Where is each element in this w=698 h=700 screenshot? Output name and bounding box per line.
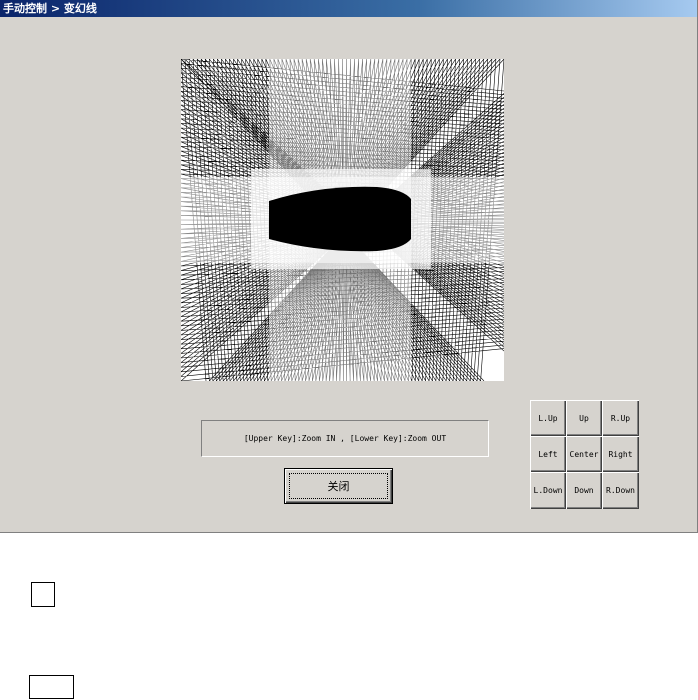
direction-pad: L.Up Up R.Up Left Center Right L.Down Do… — [530, 400, 639, 509]
window-title: 手动控制 > 变幻线 — [0, 0, 697, 17]
dialog-window: 手动控制 > 变幻线 [Upper Key]:Zoom IN , [Lower … — [0, 0, 698, 533]
empty-box-small — [31, 582, 55, 607]
mystify-drawing-canvas — [181, 59, 504, 381]
central-black-shape — [269, 186, 411, 252]
close-button-label: 关闭 — [289, 473, 388, 499]
direction-button-rup[interactable]: R.Up — [602, 400, 639, 436]
zoom-hint-text: [Upper Key]:Zoom IN , [Lower Key]:Zoom O… — [201, 420, 489, 457]
close-button[interactable]: 关闭 — [284, 468, 393, 504]
direction-button-left[interactable]: Left — [530, 436, 566, 472]
empty-box-wide — [29, 675, 74, 699]
direction-button-lup[interactable]: L.Up — [530, 400, 566, 436]
direction-button-down[interactable]: Down — [566, 472, 602, 509]
direction-button-center[interactable]: Center — [566, 436, 602, 472]
direction-button-up[interactable]: Up — [566, 400, 602, 436]
direction-button-right[interactable]: Right — [602, 436, 639, 472]
direction-button-ldown[interactable]: L.Down — [530, 472, 566, 509]
mystify-drawing — [181, 59, 504, 381]
direction-button-rdown[interactable]: R.Down — [602, 472, 639, 509]
